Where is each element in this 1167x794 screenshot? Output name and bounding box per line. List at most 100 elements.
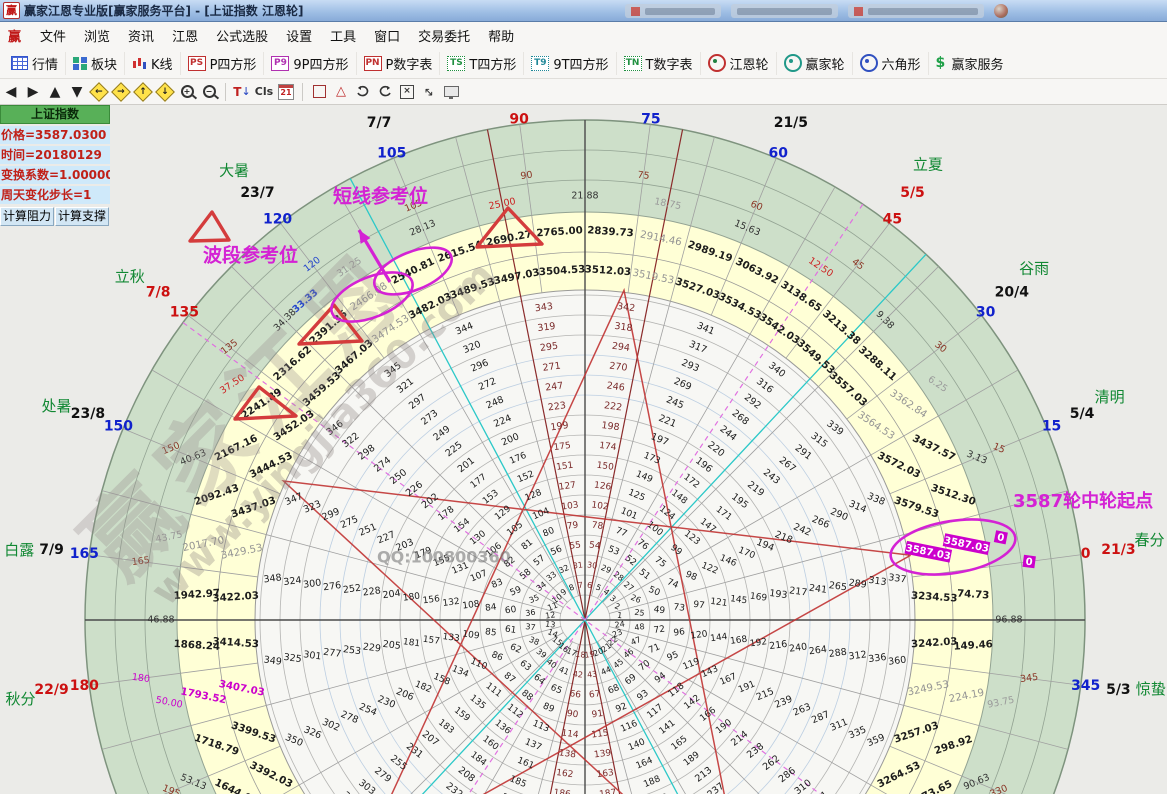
menu-item-交易委托[interactable]: 交易委托 [409, 23, 479, 48]
cls-button[interactable]: Cls [254, 82, 274, 102]
svg-text:348: 348 [263, 572, 282, 585]
svg-text:180: 180 [70, 678, 99, 694]
svg-text:67: 67 [589, 689, 602, 700]
diamond-down-icon[interactable]: ↓ [155, 82, 175, 102]
svg-text:205: 205 [382, 639, 401, 652]
svg-text:105: 105 [377, 145, 406, 161]
zoom-out-icon[interactable]: − [199, 82, 219, 102]
svg-text:345: 345 [1071, 678, 1100, 694]
svg-text:66: 66 [569, 689, 582, 700]
svg-text:204: 204 [382, 588, 401, 601]
svg-text:193: 193 [769, 588, 788, 601]
toolbar-item-板块[interactable]: 板块 [65, 52, 124, 75]
svg-text:91: 91 [591, 709, 604, 720]
svg-text:276: 276 [322, 580, 341, 593]
svg-text:74.73: 74.73 [957, 589, 990, 602]
toolbar-item-赢家服务[interactable]: $赢家服务 [928, 52, 1011, 75]
toolbar-item-六角形[interactable]: 六角形 [852, 52, 928, 75]
svg-text:301: 301 [303, 649, 322, 662]
svg-text:300: 300 [303, 577, 322, 590]
svg-text:0: 0 [1081, 546, 1091, 562]
screen-icon[interactable] [441, 82, 461, 102]
svg-text:150: 150 [104, 419, 133, 435]
time-row: 时间=20180129 [0, 146, 110, 164]
menu-item-公式选股[interactable]: 公式选股 [207, 23, 277, 48]
svg-text:5/4: 5/4 [1070, 406, 1095, 422]
svg-text:处暑: 处暑 [41, 397, 71, 415]
svg-text:0: 0 [1025, 557, 1033, 569]
calendar-icon[interactable]: 21 [276, 82, 296, 102]
calc-resistance-button[interactable]: 计算阻力 [0, 207, 54, 226]
menu-item-工具[interactable]: 工具 [321, 23, 365, 48]
svg-text:271: 271 [542, 361, 561, 374]
svg-text:7/8: 7/8 [146, 284, 171, 300]
square-tool-icon[interactable] [309, 82, 329, 102]
up-icon[interactable]: ▲ [45, 82, 65, 102]
prev-icon[interactable]: ◀ [1, 82, 21, 102]
diamond-right-icon[interactable]: → [111, 82, 131, 102]
svg-text:222: 222 [603, 400, 622, 413]
svg-text:288: 288 [828, 647, 847, 660]
svg-text:48: 48 [634, 622, 645, 632]
annotation-text: 3587轮中轮起点 [1013, 490, 1153, 512]
svg-text:265: 265 [828, 580, 847, 593]
menu-item-江恩[interactable]: 江恩 [163, 23, 207, 48]
toolbar-label: 六角形 [882, 54, 921, 73]
xbox-icon[interactable]: × [397, 82, 417, 102]
toolbar-label: 板块 [91, 54, 117, 73]
svg-text:187: 187 [599, 788, 617, 794]
menu-item-帮助[interactable]: 帮助 [479, 23, 523, 48]
toolbar-item-江恩轮[interactable]: 江恩轮 [700, 52, 776, 75]
background-tab [731, 4, 838, 18]
grid-icon [11, 56, 28, 70]
toolbar-item-P四方形[interactable]: PSP四方形 [180, 52, 264, 75]
toolbar-item-9P四方形[interactable]: P99P四方形 [263, 52, 355, 75]
rotate-cw-icon[interactable] [375, 82, 395, 102]
down-icon[interactable]: ▼ [67, 82, 87, 102]
svg-text:30: 30 [587, 560, 598, 570]
menu-logo-icon: 赢 [8, 26, 21, 45]
svg-text:342: 342 [616, 301, 635, 314]
svg-text:15: 15 [1042, 419, 1061, 435]
menu-item-浏览[interactable]: 浏览 [75, 23, 119, 48]
svg-text:252: 252 [342, 583, 361, 596]
toolbar-item-T四方形[interactable]: TST四方形 [439, 52, 523, 75]
svg-text:360: 360 [888, 654, 907, 667]
svg-text:25: 25 [634, 608, 645, 618]
rotate-ccw-icon[interactable] [353, 82, 373, 102]
svg-text:54: 54 [588, 540, 601, 551]
badge-red: PN [364, 56, 382, 71]
svg-text:QQ:100800360: QQ:100800360 [377, 548, 511, 567]
diamond-left-icon[interactable]: ← [89, 82, 109, 102]
toolbar-item-T数字表[interactable]: TNT数字表 [616, 52, 700, 75]
toolbar-item-9T四方形[interactable]: T99T四方形 [523, 52, 615, 75]
svg-text:42: 42 [572, 669, 583, 679]
t-adjust-icon[interactable]: T↓ [232, 82, 252, 102]
toolbar-item-行情[interactable]: 行情 [4, 52, 65, 75]
svg-text:223: 223 [547, 400, 566, 413]
toolbar-item-K线[interactable]: K线 [124, 52, 180, 75]
background-tray-icon [994, 4, 1008, 18]
scale-icon[interactable]: ↔ [419, 82, 439, 102]
svg-text:240: 240 [788, 641, 807, 654]
app-logo-icon: 赢 [3, 2, 20, 19]
svg-text:241: 241 [808, 583, 827, 596]
diamond-up-icon[interactable]: ↑ [133, 82, 153, 102]
menu-item-窗口[interactable]: 窗口 [365, 23, 409, 48]
menu-item-资讯[interactable]: 资讯 [119, 23, 163, 48]
triangle-tool-icon[interactable]: △ [331, 82, 351, 102]
svg-text:45: 45 [883, 211, 902, 227]
drawing-toolbar: ◀▶▲▼←→↑↓+−T↓Cls21 △ ×↔ [0, 79, 1167, 105]
toolbar-item-P数字表[interactable]: PNP数字表 [356, 52, 440, 75]
menu-item-文件[interactable]: 文件 [31, 23, 75, 48]
app-window: 赢 赢家江恩专业版[赢家服务平台] - [上证指数 江恩轮] 赢 文件浏览资讯江… [0, 0, 1167, 794]
toolbar-item-赢家轮[interactable]: 赢家轮 [776, 52, 852, 75]
calc-support-button[interactable]: 计算支撑 [55, 207, 109, 226]
svg-text:43: 43 [587, 669, 598, 679]
menu-item-设置[interactable]: 设置 [277, 23, 321, 48]
svg-text:大暑: 大暑 [219, 161, 249, 179]
svg-text:60: 60 [504, 605, 517, 616]
next-icon[interactable]: ▶ [23, 82, 43, 102]
svg-text:319: 319 [537, 321, 556, 334]
zoom-in-icon[interactable]: + [177, 82, 197, 102]
